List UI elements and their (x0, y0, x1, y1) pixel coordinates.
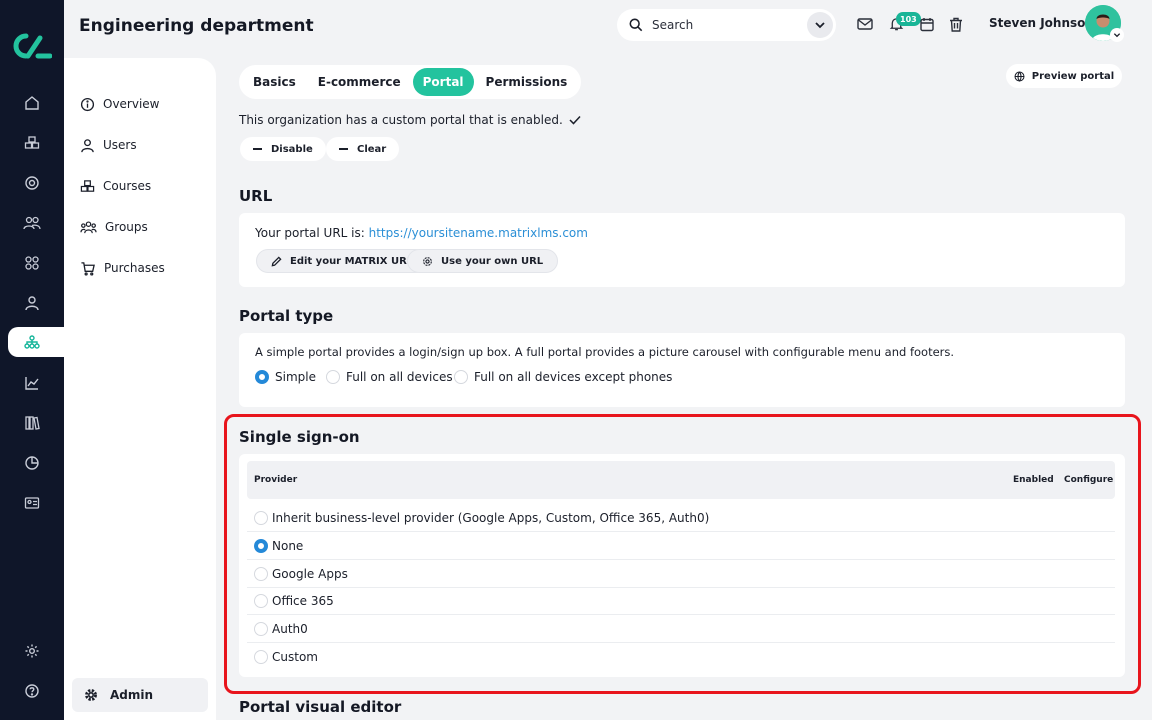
tab-ecommerce[interactable]: E-commerce (308, 68, 411, 96)
option-label: Full on all devices (346, 370, 453, 384)
portal-type-option-simple[interactable]: Simple (255, 370, 316, 384)
user-icon[interactable] (20, 291, 44, 315)
info-icon (80, 97, 95, 111)
help-icon[interactable] (20, 679, 44, 703)
radio[interactable] (326, 370, 340, 384)
tab-portal[interactable]: Portal (412, 68, 474, 96)
sidebar-item-label: Overview (103, 97, 160, 111)
preview-portal-label: Preview portal (1031, 70, 1115, 82)
disable-label: Disable (271, 143, 313, 155)
edit-matrix-url-button[interactable]: Edit your MATRIX URL (256, 249, 429, 273)
app-logo[interactable] (12, 32, 52, 60)
tab-bar: Basics E-commerce Portal Permissions (239, 65, 582, 99)
use-own-url-label: Use your own URL (441, 255, 544, 267)
tab-basics[interactable]: Basics (243, 68, 306, 96)
tab-permissions[interactable]: Permissions (476, 68, 578, 96)
globe-icon (1014, 71, 1025, 82)
sidebar-item-purchases[interactable]: Purchases (80, 257, 165, 279)
organization-icon[interactable] (20, 330, 44, 354)
admin-label: Admin (110, 688, 154, 702)
search-bar[interactable]: Search (617, 9, 836, 41)
gear-icon (85, 689, 97, 701)
settings-icon[interactable] (20, 639, 44, 663)
grid-icon[interactable] (20, 251, 44, 275)
page-title: Engineering department (79, 16, 314, 36)
portal-status: This organization has a custom portal th… (239, 113, 581, 127)
check-icon (569, 115, 581, 125)
clear-label: Clear (357, 143, 387, 155)
preview-portal-button[interactable]: Preview portal (1006, 64, 1122, 88)
courses-icon[interactable] (20, 131, 44, 155)
search-icon (629, 18, 643, 32)
sidebar-item-users[interactable]: Users (80, 134, 137, 156)
courses-icon (80, 179, 95, 192)
sidebar-item-courses[interactable]: Courses (80, 175, 151, 197)
user-name[interactable]: Steven Johnson (989, 16, 1094, 30)
option-label: Full on all devices except phones (474, 370, 673, 384)
minus-icon (339, 148, 348, 150)
use-own-url-button[interactable]: Use your own URL (407, 249, 559, 273)
trash-icon[interactable] (946, 14, 966, 34)
minus-icon (253, 148, 262, 150)
url-section-title: URL (239, 187, 273, 205)
pie-chart-icon[interactable] (20, 451, 44, 475)
portal-type-option-full[interactable]: Full on all devices (326, 370, 453, 384)
chevron-down-icon (815, 22, 825, 29)
mail-icon[interactable] (855, 14, 875, 34)
search-input[interactable]: Search (652, 18, 798, 32)
radio-selected[interactable] (255, 370, 269, 384)
sidebar-item-label: Users (103, 138, 137, 152)
portal-url-line: Your portal URL is: https://yoursitename… (255, 226, 588, 240)
portal-status-text: This organization has a custom portal th… (239, 113, 563, 127)
chart-icon[interactable] (20, 371, 44, 395)
portal-type-title: Portal type (239, 307, 334, 325)
pencil-icon (271, 255, 282, 266)
sso-highlight-box (224, 414, 1141, 694)
portal-visual-editor-title: Portal visual editor (239, 698, 402, 716)
library-icon[interactable] (20, 411, 44, 435)
portal-type-option-full-except-phones[interactable]: Full on all devices except phones (454, 370, 672, 384)
app-rail (0, 0, 66, 720)
option-label: Simple (275, 370, 316, 384)
sidebar-item-label: Groups (105, 220, 148, 234)
admin-button[interactable]: Admin (72, 678, 208, 712)
portal-type-description: A simple portal provides a login/sign up… (255, 345, 955, 359)
user-icon (81, 138, 94, 152)
sidebar-item-overview[interactable]: Overview (80, 93, 160, 115)
portal-type-card: A simple portal provides a login/sign up… (239, 333, 1125, 407)
edit-matrix-url-label: Edit your MATRIX URL (290, 255, 414, 267)
avatar-dropdown-icon[interactable] (1110, 28, 1124, 42)
calendar-icon[interactable] (917, 14, 937, 34)
search-dropdown-button[interactable] (807, 12, 833, 38)
id-card-icon[interactable] (20, 491, 44, 515)
people-icon[interactable] (20, 211, 44, 235)
gear-icon (423, 256, 432, 266)
sidebar: Overview Users Courses Groups Purchases … (64, 58, 216, 720)
portal-url-prefix: Your portal URL is: (255, 226, 365, 240)
sidebar-item-label: Purchases (104, 261, 165, 275)
radio[interactable] (454, 370, 468, 384)
groups-icon (80, 220, 97, 233)
home-icon[interactable] (20, 91, 44, 115)
target-icon[interactable] (20, 171, 44, 195)
sidebar-item-groups[interactable]: Groups (80, 216, 148, 238)
sidebar-item-label: Courses (103, 179, 152, 193)
disable-button[interactable]: Disable (240, 137, 326, 161)
url-card: Your portal URL is: https://yoursitename… (239, 213, 1125, 287)
clear-button[interactable]: Clear (326, 137, 400, 161)
cart-icon (81, 261, 95, 276)
portal-url-link[interactable]: https://yoursitename.matrixlms.com (369, 226, 588, 240)
